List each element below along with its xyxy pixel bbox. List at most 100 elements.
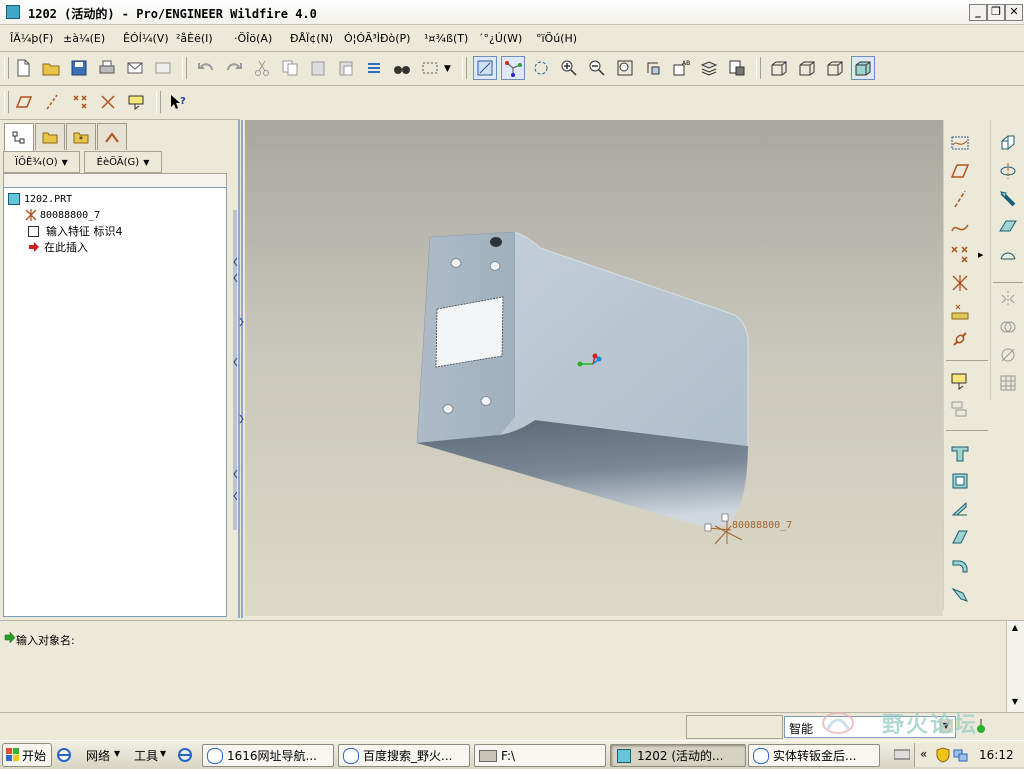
menu-applications[interactable]: Ó¦ÓÃ³ÌÐò(P) [344, 32, 410, 45]
toolbar-grip[interactable] [756, 57, 761, 79]
refit-icon[interactable] [613, 56, 637, 80]
datum-point-display-icon[interactable] [68, 90, 92, 114]
csys-tool-icon[interactable] [947, 270, 973, 296]
tab-folder-browser[interactable] [35, 123, 65, 150]
sketch-tool-icon[interactable] [947, 130, 973, 156]
layers-icon[interactable] [697, 56, 721, 80]
tab-favorites[interactable]: * [66, 123, 96, 150]
menu-view[interactable]: ÊÓÍ¼(V) [123, 32, 169, 45]
ie-quicklaunch-icon[interactable] [177, 747, 193, 763]
new-file-icon[interactable] [11, 56, 35, 80]
datum-point-tool-icon[interactable] [947, 242, 973, 268]
repaint-icon[interactable] [473, 56, 497, 80]
minimize-button[interactable]: _ [969, 4, 987, 21]
chevron-down-icon[interactable]: ▼ [114, 749, 120, 758]
tray-expand-button[interactable]: « [920, 747, 927, 761]
scroll-up-icon[interactable]: ▲ [1007, 621, 1023, 635]
open-folder-icon[interactable] [39, 56, 63, 80]
toolbar-grip[interactable] [4, 91, 9, 113]
chevron-down-icon[interactable]: ▼ [160, 749, 166, 758]
spin-center-icon[interactable] [501, 56, 525, 80]
chevron-down-icon[interactable]: ▼ [444, 64, 451, 74]
paste-special-icon[interactable] [334, 56, 358, 80]
no-hidden-icon[interactable] [823, 56, 847, 80]
graphics-window[interactable]: 80088800_7 [245, 120, 943, 616]
wall-tool-icon[interactable] [947, 440, 973, 466]
datum-plane-tool-icon[interactable] [947, 158, 973, 184]
sweep-tool-icon[interactable] [995, 186, 1021, 212]
tree-search-input[interactable] [3, 173, 227, 188]
extend-wall-icon[interactable] [947, 524, 973, 550]
ie-icon[interactable] [56, 747, 72, 763]
redo-icon[interactable] [222, 56, 246, 80]
save-icon[interactable] [67, 56, 91, 80]
panel-splitter[interactable] [233, 120, 245, 618]
copy-icon[interactable] [278, 56, 302, 80]
keyboard-icon[interactable] [893, 748, 911, 760]
csys-display-icon[interactable] [96, 90, 120, 114]
toolbar-grip[interactable] [182, 57, 187, 79]
cut-icon[interactable] [250, 56, 274, 80]
taskbar-item[interactable]: 百度搜索_野火... [338, 744, 470, 767]
selection-box-icon[interactable] [418, 56, 442, 80]
regenerate-icon[interactable] [362, 56, 386, 80]
reorient-icon[interactable] [641, 56, 665, 80]
tools-toolbar-label[interactable]: 工具 [134, 747, 158, 764]
context-help-icon[interactable]: ? [166, 90, 190, 114]
saved-views-icon[interactable]: AB [669, 56, 693, 80]
analysis-feature-icon[interactable] [947, 298, 973, 324]
scroll-down-icon[interactable]: ▼ [1007, 695, 1023, 709]
menu-window[interactable]: ´°¿Ú(W) [478, 32, 522, 45]
menu-info[interactable]: ÐÅÏ¢(N) [290, 32, 333, 45]
zoom-in-icon[interactable] [557, 56, 581, 80]
wireframe-icon[interactable] [767, 56, 791, 80]
annotation-display-icon[interactable] [124, 90, 148, 114]
menu-file[interactable]: ÎÄ¼þ(F) [10, 32, 53, 45]
boundary-tool-icon[interactable] [995, 242, 1021, 268]
unbend-tool-icon[interactable] [947, 580, 973, 606]
pattern-tool-icon[interactable] [995, 370, 1021, 396]
toolbar-grip[interactable] [156, 91, 161, 113]
show-dropdown[interactable]: ÏÔÊ¾(O) ▼ [3, 151, 80, 173]
chain-link-icon[interactable] [947, 326, 973, 352]
taskbar-item[interactable]: F:\ [474, 744, 606, 767]
annotation-tool-icon[interactable] [947, 368, 973, 394]
close-button[interactable]: ✕ [1005, 4, 1023, 21]
start-button[interactable]: 开始 [2, 743, 52, 767]
menu-insert[interactable]: ²åÈë(I) [176, 32, 213, 45]
maximize-button[interactable]: ❐ [987, 4, 1005, 21]
message-scrollbar[interactable]: ▲ ▼ [1006, 621, 1024, 713]
send-mail-icon[interactable] [123, 56, 147, 80]
menu-edit[interactable]: ±à¼­(E) [63, 32, 105, 45]
trim-tool-icon[interactable] [995, 342, 1021, 368]
find-binoculars-icon[interactable] [390, 56, 414, 80]
orient-mode-icon[interactable] [529, 56, 553, 80]
datum-plane-display-icon[interactable] [12, 90, 36, 114]
datum-axis-tool-icon[interactable] [947, 186, 973, 212]
tab-model-tree[interactable] [4, 123, 34, 151]
taskbar-item[interactable]: 1616网址导航... [202, 744, 334, 767]
hidden-line-icon[interactable] [795, 56, 819, 80]
tree-item-insert-here[interactable]: 在此插入 [28, 239, 88, 255]
chevron-right-icon[interactable]: ▶ [978, 251, 983, 259]
menu-help[interactable]: °ïÖú(H) [536, 32, 577, 45]
network-status-icon[interactable] [953, 747, 969, 763]
zoom-out-icon[interactable] [585, 56, 609, 80]
toolbar-grip[interactable] [4, 57, 9, 79]
datum-axis-display-icon[interactable] [40, 90, 64, 114]
security-shield-icon[interactable] [935, 747, 951, 763]
paste-icon[interactable] [306, 56, 330, 80]
taskbar-item[interactable]: 实体转钣金后... [748, 744, 880, 767]
send-link-icon[interactable] [151, 56, 175, 80]
shading-icon[interactable] [851, 56, 875, 80]
tree-item-csys[interactable]: 80088800_7 [24, 207, 100, 223]
flange-wall-icon[interactable] [947, 496, 973, 522]
bend-tool-icon[interactable] [947, 552, 973, 578]
flat-wall-icon[interactable] [947, 468, 973, 494]
tree-item-part[interactable]: 1202.PRT [8, 191, 72, 207]
undo-icon[interactable] [194, 56, 218, 80]
menu-analysis[interactable]: ·ÖÎö(A) [234, 32, 272, 45]
mirror-tool-icon[interactable] [995, 286, 1021, 312]
toolbar-grip[interactable] [462, 57, 467, 79]
merge-tool-icon[interactable] [995, 314, 1021, 340]
